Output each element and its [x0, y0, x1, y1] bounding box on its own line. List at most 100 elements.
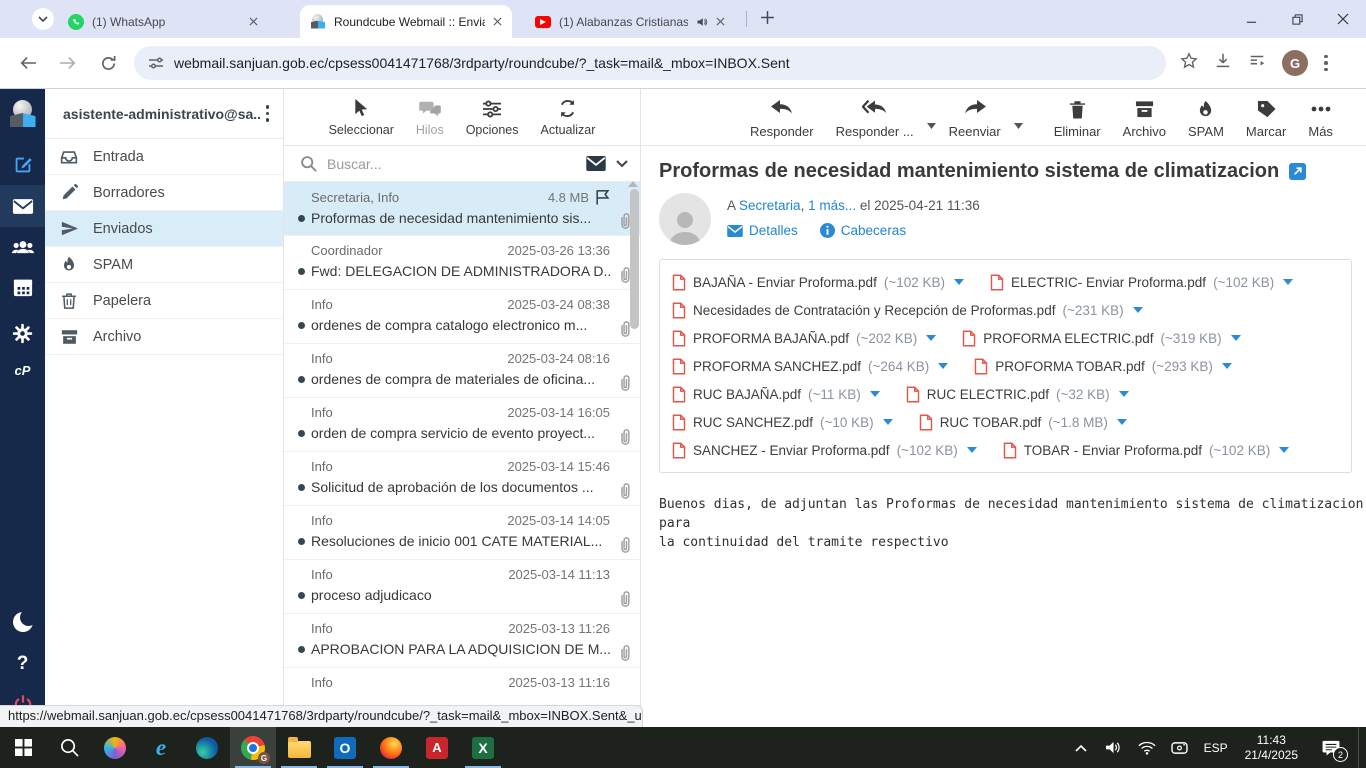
bookmark-star-icon[interactable]	[1180, 51, 1198, 75]
attachment-menu-caret-icon[interactable]	[1230, 335, 1241, 341]
reply-all-caret-icon[interactable]	[926, 116, 936, 134]
cpanel-icon[interactable]: cP	[0, 349, 45, 391]
tab-close-button[interactable]	[493, 17, 502, 26]
chrome-icon[interactable]: G	[230, 727, 276, 768]
tray-chevron-icon[interactable]	[1068, 744, 1094, 752]
language-indicator[interactable]: ESP	[1200, 741, 1232, 755]
delete-button[interactable]: Eliminar	[1045, 98, 1110, 139]
more-recipients-link[interactable]: 1 más...	[808, 198, 856, 213]
attachment-menu-caret-icon[interactable]	[1279, 447, 1290, 453]
archive-button[interactable]: Archivo	[1114, 98, 1175, 139]
details-toggle[interactable]: Detalles	[727, 223, 798, 238]
attachment-menu-caret-icon[interactable]	[1221, 363, 1232, 369]
folder-options-icon[interactable]	[262, 101, 274, 126]
open-external-icon[interactable]	[1289, 163, 1307, 180]
dark-mode-icon[interactable]	[0, 601, 45, 643]
attachment-link[interactable]: SANCHEZ - Enviar Proforma.pdf (~102 KB)	[672, 436, 977, 464]
url-text[interactable]: webmail.sanjuan.gob.ec/cpsess0041471768/…	[174, 55, 790, 71]
tab-youtube[interactable]: (1) Alabanzas Cristianas 202	[525, 5, 735, 38]
acrobat-icon[interactable]: A	[414, 727, 460, 768]
compose-icon[interactable]	[0, 144, 45, 186]
message-list-item[interactable]: Info 2025-03-14 16:05 orden de compra se…	[284, 398, 640, 452]
message-list-item[interactable]: Secretaria, Info 4.8 MB Proformas de nec…	[284, 182, 640, 236]
show-desktop-button[interactable]	[1358, 727, 1362, 768]
message-list-item[interactable]: Info 2025-03-24 08:38 ordenes de compra …	[284, 290, 640, 344]
list-scrollbar[interactable]	[630, 189, 639, 329]
attachment-menu-caret-icon[interactable]	[1132, 307, 1143, 313]
forward-caret-icon[interactable]	[1013, 116, 1023, 134]
attachment-menu-caret-icon[interactable]	[966, 447, 977, 453]
folder-papelera[interactable]: Papelera	[45, 283, 283, 319]
internet-explorer-icon[interactable]: e	[138, 727, 184, 768]
tab-whatsapp[interactable]: (1) WhatsApp	[58, 5, 268, 38]
mark-button[interactable]: Marcar	[1237, 98, 1295, 139]
mail-icon[interactable]	[0, 185, 45, 227]
minimize-button[interactable]	[1228, 0, 1274, 38]
attachment-menu-caret-icon[interactable]	[926, 335, 937, 341]
message-list-item[interactable]: Info 2025-03-13 11:26 APROBACION PARA LA…	[284, 614, 640, 668]
attachment-link[interactable]: RUC BAJAÑA.pdf (~11 KB)	[672, 380, 880, 408]
message-list-item[interactable]: Info 2025-03-24 08:16 ordenes de compra …	[284, 344, 640, 398]
folder-archivo[interactable]: Archivo	[45, 319, 283, 355]
message-list-item[interactable]: Coordinador 2025-03-26 13:36 Fwd: DELEGA…	[284, 236, 640, 290]
attachment-link[interactable]: BAJAÑA - Enviar Proforma.pdf (~102 KB)	[672, 268, 964, 296]
meet-now-icon[interactable]	[1167, 741, 1193, 755]
firefox-icon[interactable]	[368, 727, 414, 768]
search-input[interactable]	[327, 155, 576, 172]
outlook-icon[interactable]: O	[322, 727, 368, 768]
contacts-icon[interactable]	[0, 227, 45, 269]
reload-button[interactable]	[96, 55, 120, 72]
reply-all-button[interactable]: Responder ...	[827, 98, 923, 139]
attachment-menu-caret-icon[interactable]	[954, 279, 964, 285]
select-button[interactable]: Seleccionar	[329, 98, 394, 137]
reply-button[interactable]: Responder	[741, 98, 823, 139]
attachment-link[interactable]: RUC SANCHEZ.pdf (~10 KB)	[672, 408, 893, 436]
message-list-item[interactable]: Info 2025-03-14 14:05 Resoluciones de in…	[284, 506, 640, 560]
headers-toggle[interactable]: Cabeceras	[819, 223, 906, 238]
flag-icon[interactable]	[595, 189, 610, 205]
side-panel-icon[interactable]	[1248, 52, 1266, 75]
attachment-link[interactable]: PROFORMA ELECTRIC.pdf (~319 KB)	[962, 324, 1241, 352]
options-button[interactable]: Opciones	[466, 98, 519, 137]
excel-icon[interactable]: X	[460, 727, 506, 768]
attachment-menu-caret-icon[interactable]	[1118, 391, 1129, 397]
tab-close-button[interactable]	[716, 17, 725, 26]
threads-button[interactable]: Hilos	[416, 98, 444, 137]
spam-button[interactable]: SPAM	[1179, 98, 1233, 139]
tab-audio-icon[interactable]	[696, 16, 708, 28]
file-explorer-icon[interactable]	[276, 727, 322, 768]
attachment-link[interactable]: PROFORMA TOBAR.pdf (~293 KB)	[974, 352, 1232, 380]
new-tab-button[interactable]	[760, 10, 775, 30]
attachment-menu-caret-icon[interactable]	[1283, 279, 1294, 285]
attachment-menu-caret-icon[interactable]	[1116, 419, 1127, 425]
folder-spam[interactable]: SPAM	[45, 247, 283, 283]
downloads-icon[interactable]	[1214, 52, 1232, 75]
attachment-link[interactable]: RUC ELECTRIC.pdf (~32 KB)	[906, 380, 1129, 408]
settings-gear-icon[interactable]	[0, 312, 45, 354]
refresh-button[interactable]: Actualizar	[541, 98, 595, 137]
forward-button[interactable]: Reenviar	[940, 98, 1010, 139]
volume-icon[interactable]	[1101, 740, 1127, 755]
more-button[interactable]: Más	[1299, 98, 1342, 139]
message-list-item[interactable]: Info 2025-03-14 15:46 Solicitud de aprob…	[284, 452, 640, 506]
scroll-up-arrow[interactable]	[628, 181, 638, 187]
close-window-button[interactable]	[1320, 0, 1366, 38]
wifi-icon[interactable]	[1134, 741, 1160, 755]
start-button[interactable]	[0, 727, 46, 768]
attachment-link[interactable]: PROFORMA BAJAÑA.pdf (~202 KB)	[672, 324, 937, 352]
attachment-link[interactable]: RUC TOBAR.pdf (~1.8 MB)	[919, 408, 1127, 436]
profile-avatar[interactable]: G	[1282, 50, 1308, 76]
folder-entrada[interactable]: Entrada	[45, 139, 283, 175]
attachment-link[interactable]: TOBAR - Enviar Proforma.pdf (~102 KB)	[1003, 436, 1290, 464]
taskbar-clock[interactable]: 11:43 21/4/2025	[1239, 733, 1304, 763]
edge-icon[interactable]	[184, 727, 230, 768]
notifications-button[interactable]: 2	[1311, 727, 1351, 768]
forward-button[interactable]	[56, 55, 80, 71]
folder-enviados[interactable]: Enviados	[45, 211, 283, 247]
account-header[interactable]: asistente-administrativo@sa...	[45, 89, 283, 139]
back-button[interactable]	[16, 55, 40, 71]
attachment-link[interactable]: Necesidades de Contratación y Recepción …	[672, 296, 1143, 324]
taskbar-search-icon[interactable]	[46, 727, 92, 768]
folder-borradores[interactable]: Borradores	[45, 175, 283, 211]
browser-menu-icon[interactable]	[1324, 54, 1328, 72]
